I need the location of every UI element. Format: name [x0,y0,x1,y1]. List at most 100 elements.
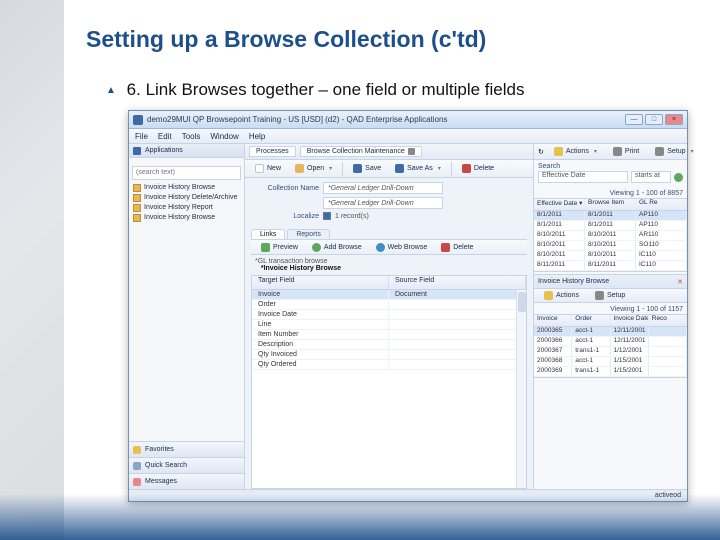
tab-reports[interactable]: Reports [287,229,330,239]
tab-browse-collection[interactable]: Browse Collection Maintenance [300,146,422,157]
delete-button[interactable]: Delete [456,162,500,175]
close-icon[interactable]: ✕ [677,278,683,286]
nav-header-label: Applications [145,147,183,154]
close-tab-icon[interactable] [408,148,415,155]
tab-links[interactable]: Links [251,229,285,239]
document-tabs: Processes Browse Collection Maintenance [245,144,533,160]
col-browse[interactable]: Browse Item [585,199,636,210]
preview-sub: Invoice History Browse ✕ Actions Setup [534,274,687,378]
bullet-caret-icon: ▲ [106,85,116,96]
center-panel: Processes Browse Collection Maintenance … [245,144,533,489]
field-row[interactable]: InvoiceDocument [252,290,526,300]
grid2-row[interactable]: 2000367trans1-11/12/2001 [534,347,687,357]
menu-window[interactable]: Window [210,132,238,141]
field-row[interactable]: Description [252,340,526,350]
nav-search-input[interactable] [132,166,241,180]
grid1-row[interactable]: 8/10/20118/10/2011IC110 [534,251,687,261]
go-icon[interactable] [674,173,683,182]
field-row[interactable]: Order [252,300,526,310]
localize-checkbox[interactable] [323,212,331,220]
grid1-row[interactable]: 8/10/20118/10/2011SO110 [534,241,687,251]
web-browse-button[interactable]: Web Browse [370,241,434,254]
print-button[interactable]: Print [607,145,645,158]
name-field[interactable]: *General Ledger Drill-Down [323,182,443,194]
preview-grid-1[interactable]: Effective Date ▾ Browse Item GL Re 8/1/2… [534,198,687,272]
field-row[interactable]: Item Number [252,330,526,340]
sub-setup-button[interactable]: Setup [589,289,631,302]
field-row[interactable]: Invoice Date [252,310,526,320]
bullet-number: 6. [127,80,141,99]
col-invoice[interactable]: Invoice [534,315,572,326]
nav-tab-messages[interactable]: Messages [129,473,244,489]
grid2-row[interactable]: 2000366acct-112/11/2001 [534,337,687,347]
col-reco[interactable]: Reco [649,315,687,326]
save-button[interactable]: Save [347,162,387,175]
sub-actions-button[interactable]: Actions [538,289,585,302]
minimize-button[interactable]: — [625,114,643,125]
field-row[interactable]: Line [252,320,526,330]
col-glre[interactable]: GL Re [636,199,687,210]
menu-tools[interactable]: Tools [182,132,201,141]
tree-item[interactable]: Invoice History Report [131,203,242,213]
close-button[interactable]: × [665,114,683,125]
open-button[interactable]: Open ▾ [289,162,338,175]
menu-edit[interactable]: Edit [158,132,172,141]
nav-panel: Applications Invoice History Browse Invo… [129,144,245,489]
chevron-down-icon: ▾ [329,165,332,172]
file-icon [133,214,141,222]
tree-item[interactable]: Invoice History Delete/Archive [131,193,242,203]
saveas-button[interactable]: Save As ▾ [389,162,447,175]
nav-tab-quicksearch[interactable]: Quick Search [129,457,244,473]
grid2-row[interactable]: 2000368acct-11/15/2001 [534,357,687,367]
col-source[interactable]: Source Field [389,276,526,289]
titlebar: demo29MUI QP Browsepoint Training - US [… [129,111,687,129]
col-order[interactable]: Order [572,315,610,326]
file-icon [133,184,141,192]
delete-icon [441,243,450,252]
col-effdate[interactable]: Effective Date ▾ [534,199,585,210]
links-toolbar: Preview Add Browse Web Browse Delete [251,239,527,255]
grid2-row[interactable]: 2000365acct-112/11/2001 [534,327,687,337]
nav-tree: Invoice History Browse Invoice History D… [129,182,244,225]
link-delete-button[interactable]: Delete [435,241,479,254]
desc-field[interactable]: *General Ledger Drill-Down [323,197,443,209]
menu-file[interactable]: File [135,132,148,141]
grid2-row[interactable]: 2000369trans1-11/15/2001 [534,367,687,377]
maximize-button[interactable]: □ [645,114,663,125]
vertical-scrollbar[interactable] [516,290,526,488]
slide-bullet: ▲ 6. Link Browses together – one field o… [106,80,525,100]
filter-field[interactable]: Effective Date [538,171,628,183]
filter-op[interactable]: starts at [631,171,671,183]
setup-button[interactable]: Setup ▾ [649,145,699,158]
gear-icon [655,147,664,156]
grid1-row[interactable]: 8/10/20118/10/2011AR110 [534,231,687,241]
add-browse-button[interactable]: Add Browse [306,241,368,254]
new-button[interactable]: New [249,162,287,175]
bullet-text: Link Browses together – one field or mul… [146,80,525,99]
globe-icon [376,243,385,252]
file-icon [133,194,141,202]
collection-form: Collection Name *General Ledger Drill-Do… [245,178,533,227]
grid1-row[interactable]: 8/1/20118/1/2011AP110 [534,211,687,221]
col-target[interactable]: Target Field [252,276,389,289]
main-toolbar: New Open ▾ Save Save As [245,160,533,178]
preview-grid-2[interactable]: Invoice Order Invoice Date Reco 2000365a… [534,314,687,378]
actions-button[interactable]: Actions ▾ [548,145,603,158]
menu-help[interactable]: Help [249,132,265,141]
tab-processes[interactable]: Processes [249,146,296,157]
tree-item[interactable]: Invoice History Browse [131,213,242,223]
search-label: Search [534,160,687,171]
grid1-row[interactable]: 8/1/20118/1/2011AP110 [534,221,687,231]
preview-toolbar: ↻ Actions ▾ Print Setup ▾ [534,144,687,160]
grid1-row[interactable]: 8/11/20118/11/2011IC110 [534,261,687,271]
tree-item[interactable]: Invoice History Browse [131,183,242,193]
nav-header[interactable]: Applications [129,144,244,158]
refresh-button[interactable]: ↻ [538,148,544,156]
preview-button[interactable]: Preview [255,241,304,254]
field-row[interactable]: Qty Ordered [252,360,526,370]
nav-tab-favorites[interactable]: Favorites [129,441,244,457]
field-mapping-grid[interactable]: Target Field Source Field InvoiceDocumen… [251,275,527,489]
field-row[interactable]: Qty Invoiced [252,350,526,360]
col-invdate[interactable]: Invoice Date [611,315,649,326]
preview-panel: ↻ Actions ▾ Print Setup ▾ [533,144,687,489]
